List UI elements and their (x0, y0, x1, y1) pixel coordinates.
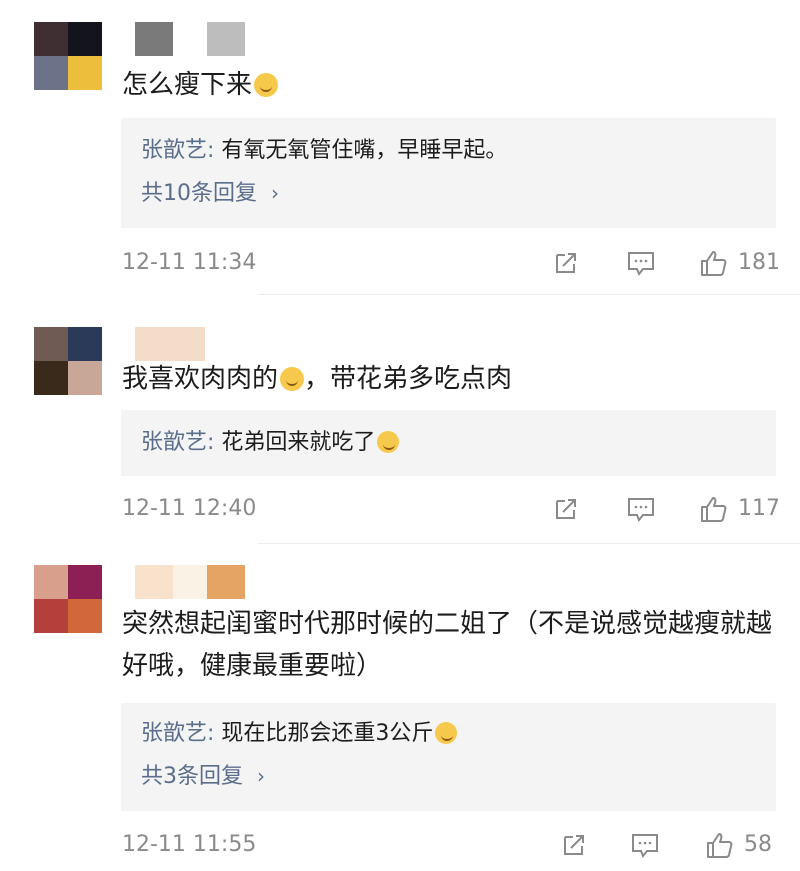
avatar[interactable] (34, 22, 102, 90)
laugh-cry-emoji (435, 722, 458, 744)
like-button[interactable]: 181 (698, 248, 780, 278)
comment-icon (632, 834, 658, 858)
reply-text: 现在比那会还重3公斤 (221, 721, 434, 746)
thumbs-up-icon (701, 497, 727, 522)
username-blurred[interactable] (135, 327, 205, 361)
avatar[interactable] (34, 565, 102, 633)
username-blurred[interactable] (135, 22, 245, 56)
chevron-right-icon: › (271, 181, 279, 205)
share-icon (556, 499, 576, 519)
share-button[interactable] (552, 248, 580, 278)
like-button[interactable]: 117 (698, 494, 780, 524)
like-count: 117 (738, 496, 780, 521)
comment-button[interactable] (626, 494, 656, 524)
like-count: 58 (744, 832, 772, 857)
avatar[interactable] (34, 327, 102, 395)
comment-meta: 12-11 12:40 117 (122, 494, 780, 524)
comment-button[interactable] (630, 830, 660, 860)
comment-meta: 12-11 11:55 58 (122, 830, 776, 860)
comment-item: 怎么瘦下来 张歆艺: 有氧无氧管住嘴，早睡早起。 共10条回复 › 12-11 1… (0, 0, 800, 300)
thumbs-up-icon (707, 833, 733, 858)
more-replies-link[interactable]: 共10条回复 › (141, 178, 279, 209)
reply-text: 花弟回来就吃了 (221, 430, 376, 455)
comment-text: 突然想起闺蜜时代那时候的二姐了（不是说感觉越瘦就越好哦，健康最重要啦） (122, 609, 773, 681)
reply-author[interactable]: 张歆艺 (141, 430, 207, 455)
timestamp: 12-11 11:34 (122, 250, 257, 275)
reply-line: 张歆艺: 有氧无氧管住嘴，早睡早起。 (141, 138, 508, 163)
reply-preview[interactable]: 张歆艺: 现在比那会还重3公斤 共3条回复 › (121, 703, 776, 811)
comment-button[interactable] (626, 248, 656, 278)
reply-line: 张歆艺: 现在比那会还重3公斤 (141, 719, 458, 749)
divider (258, 294, 800, 295)
comment-text: 我喜欢肉肉的 ，带花弟多吃点肉 (122, 364, 513, 394)
share-icon (564, 835, 584, 855)
comment-icon (628, 252, 654, 276)
like-count: 181 (738, 250, 780, 275)
comment-meta: 12-11 11:34 181 (122, 248, 780, 278)
timestamp: 12-11 12:40 (122, 496, 257, 521)
share-button[interactable] (552, 494, 580, 524)
reply-preview[interactable]: 张歆艺: 花弟回来就吃了 (121, 410, 776, 476)
divider (258, 543, 800, 544)
sad-face-emoji (254, 73, 279, 97)
shy-face-emoji (280, 367, 305, 391)
like-button[interactable]: 58 (704, 830, 772, 860)
comment-icon (628, 498, 654, 522)
reply-author[interactable]: 张歆艺 (141, 721, 207, 746)
share-button[interactable] (560, 830, 588, 860)
grin-face-emoji (377, 431, 400, 453)
share-icon (556, 253, 576, 273)
more-replies-link[interactable]: 共3条回复 › (141, 761, 265, 792)
reply-line: 张歆艺: 花弟回来就吃了 (141, 428, 400, 458)
comment-text: 怎么瘦下来 (122, 64, 770, 106)
reply-text: 有氧无氧管住嘴，早睡早起。 (221, 138, 508, 163)
comment-item: 我喜欢肉肉的 ，带花弟多吃点肉 张歆艺: 花弟回来就吃了 12-11 12:40 … (0, 300, 800, 545)
comment-item: 突然想起闺蜜时代那时候的二姐了（不是说感觉越瘦就越好哦，健康最重要啦） 张歆艺:… (0, 545, 800, 871)
reply-author[interactable]: 张歆艺 (141, 138, 207, 163)
reply-preview[interactable]: 张歆艺: 有氧无氧管住嘴，早睡早起。 共10条回复 › (121, 118, 776, 228)
chevron-right-icon: › (257, 764, 265, 788)
username-blurred[interactable] (135, 565, 245, 599)
thumbs-up-icon (701, 251, 727, 276)
timestamp: 12-11 11:55 (122, 832, 257, 857)
